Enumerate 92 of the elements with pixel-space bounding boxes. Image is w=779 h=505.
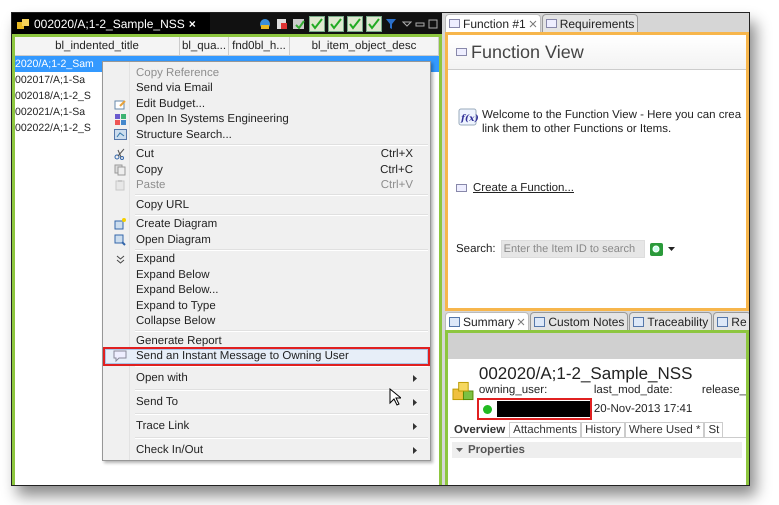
fx-icon: f(x) [456,108,478,126]
editor-tab[interactable]: 002020/A;1-2_Sample_NSS × [12,13,210,34]
function-icon [546,19,557,28]
menu-item[interactable]: Expand [105,252,428,267]
copy-icon [114,164,126,176]
search-icon[interactable] [650,242,663,256]
menu-item[interactable]: Copy Ctrl+C [105,162,428,178]
checkmark-icon[interactable] [309,16,325,32]
item-title: 002020/A;1-2_Sample_NSS [478,364,694,384]
checkmark-icon[interactable] [366,16,382,32]
submenu-arrow-icon [413,398,417,406]
function-icon [449,19,460,28]
shortcut-label: Ctrl+X [380,148,414,160]
close-icon[interactable] [528,20,537,28]
cubes-icon [16,18,30,30]
menu-item[interactable]: Trace Link [105,416,428,436]
menu-item[interactable]: Copy URL [105,197,428,212]
window-icon [114,129,126,140]
field-label: owning_user: [478,384,548,396]
row-title: 2020/A;1-2_Sam [15,58,94,70]
menu-item[interactable]: Open Diagram [105,232,428,248]
field-label: last_mod_date: [594,384,674,396]
toolbar-icon[interactable] [292,16,306,30]
submenu-arrow-icon [413,422,417,430]
clipboard-icon [114,179,126,192]
function-icon [456,48,467,56]
column-header[interactable]: bl_item_object_desc [290,37,439,55]
diagram-icon [114,218,126,230]
shortcut-label: Ctrl+V [380,179,414,192]
speech-bubble-icon [113,350,127,362]
field-value: 20-Nov-2013 17:41 [594,403,692,415]
tab-icon [717,316,728,326]
welcome-text: Welcome to the Function View - Here you can crea link them to other Functions or Items. [482,108,742,136]
menu-item[interactable]: Collapse Below [105,314,428,329]
view-tab[interactable]: Traceability [629,312,712,330]
sub-tab[interactable]: St [704,422,724,437]
view-tab[interactable]: Requirements [542,14,638,32]
menu-item[interactable]: Cut Ctrl+X [105,146,428,162]
sub-tab[interactable]: Where Used * [624,422,704,437]
cubes-icon [452,380,475,402]
function-icon [456,184,467,192]
menu-item[interactable]: Expand Below [105,267,428,282]
column-header[interactable]: fnd0bl_h... [229,37,290,55]
create-function-link[interactable]: Create a Function... [473,182,574,194]
menu-item[interactable]: Send an Instant Message to Owning User [105,348,428,364]
dropdown-caret-icon[interactable] [668,247,675,251]
scissors-icon [114,148,126,160]
toolbar-icon[interactable] [275,16,289,30]
menu-item[interactable]: Expand Below... [105,282,428,298]
tab-title: 002020/A;1-2_Sample_NSS [34,16,185,30]
menu-item[interactable]: Expand to Type [105,298,428,314]
toolbar-icon[interactable] [258,16,272,30]
sub-tab[interactable]: Overview [450,422,510,437]
menu-item[interactable]: Structure Search... [105,127,428,142]
section-header[interactable]: Properties [452,442,742,458]
shortcut-label: Ctrl+C [380,164,414,176]
submenu-arrow-icon [413,374,417,382]
grid-icon [114,114,126,125]
double-chevron-icon [116,254,124,264]
notepad-icon [114,98,126,110]
view-title: Function View [471,42,584,62]
tab-icon [633,316,644,326]
menu-item[interactable]: Check In/Out [105,440,428,460]
field-label: release_ [702,384,746,396]
menu-item[interactable]: Send via Email [105,80,428,96]
view-tab[interactable]: Summary [445,312,530,330]
column-header[interactable]: bl_qua... [180,37,229,55]
sub-tab[interactable]: Attachments [509,422,582,437]
menu-item[interactable]: Edit Budget... [105,96,428,112]
tab-icon [449,316,460,326]
filter-icon[interactable] [385,16,399,30]
menu-item[interactable]: Generate Report [105,333,428,348]
diagram-icon [114,234,126,246]
checkmark-icon[interactable] [328,16,344,32]
sub-tab[interactable]: History [581,422,625,437]
view-menu-icon[interactable] [402,18,412,28]
close-button[interactable]: × [188,16,196,30]
column-header[interactable]: bl_indented_title [15,37,180,55]
search-label: Search: [456,243,496,255]
submenu-arrow-icon [413,446,417,454]
tab-icon [534,316,546,326]
view-tab[interactable]: Custom Notes [530,312,628,330]
view-tab[interactable]: Re [713,312,749,330]
maximize-icon[interactable] [428,18,438,28]
checkmark-icon[interactable] [347,16,363,32]
search-field[interactable]: Enter the Item ID to search [500,240,645,258]
menu-item[interactable]: Create Diagram [105,216,428,232]
view-tab[interactable]: Function #1 [445,14,541,32]
close-icon[interactable] [517,318,526,326]
menu-item[interactable]: Open with [105,368,428,388]
menu-item[interactable]: Send To [105,392,428,412]
menu-item[interactable]: Open In Systems Engineering [105,112,428,127]
